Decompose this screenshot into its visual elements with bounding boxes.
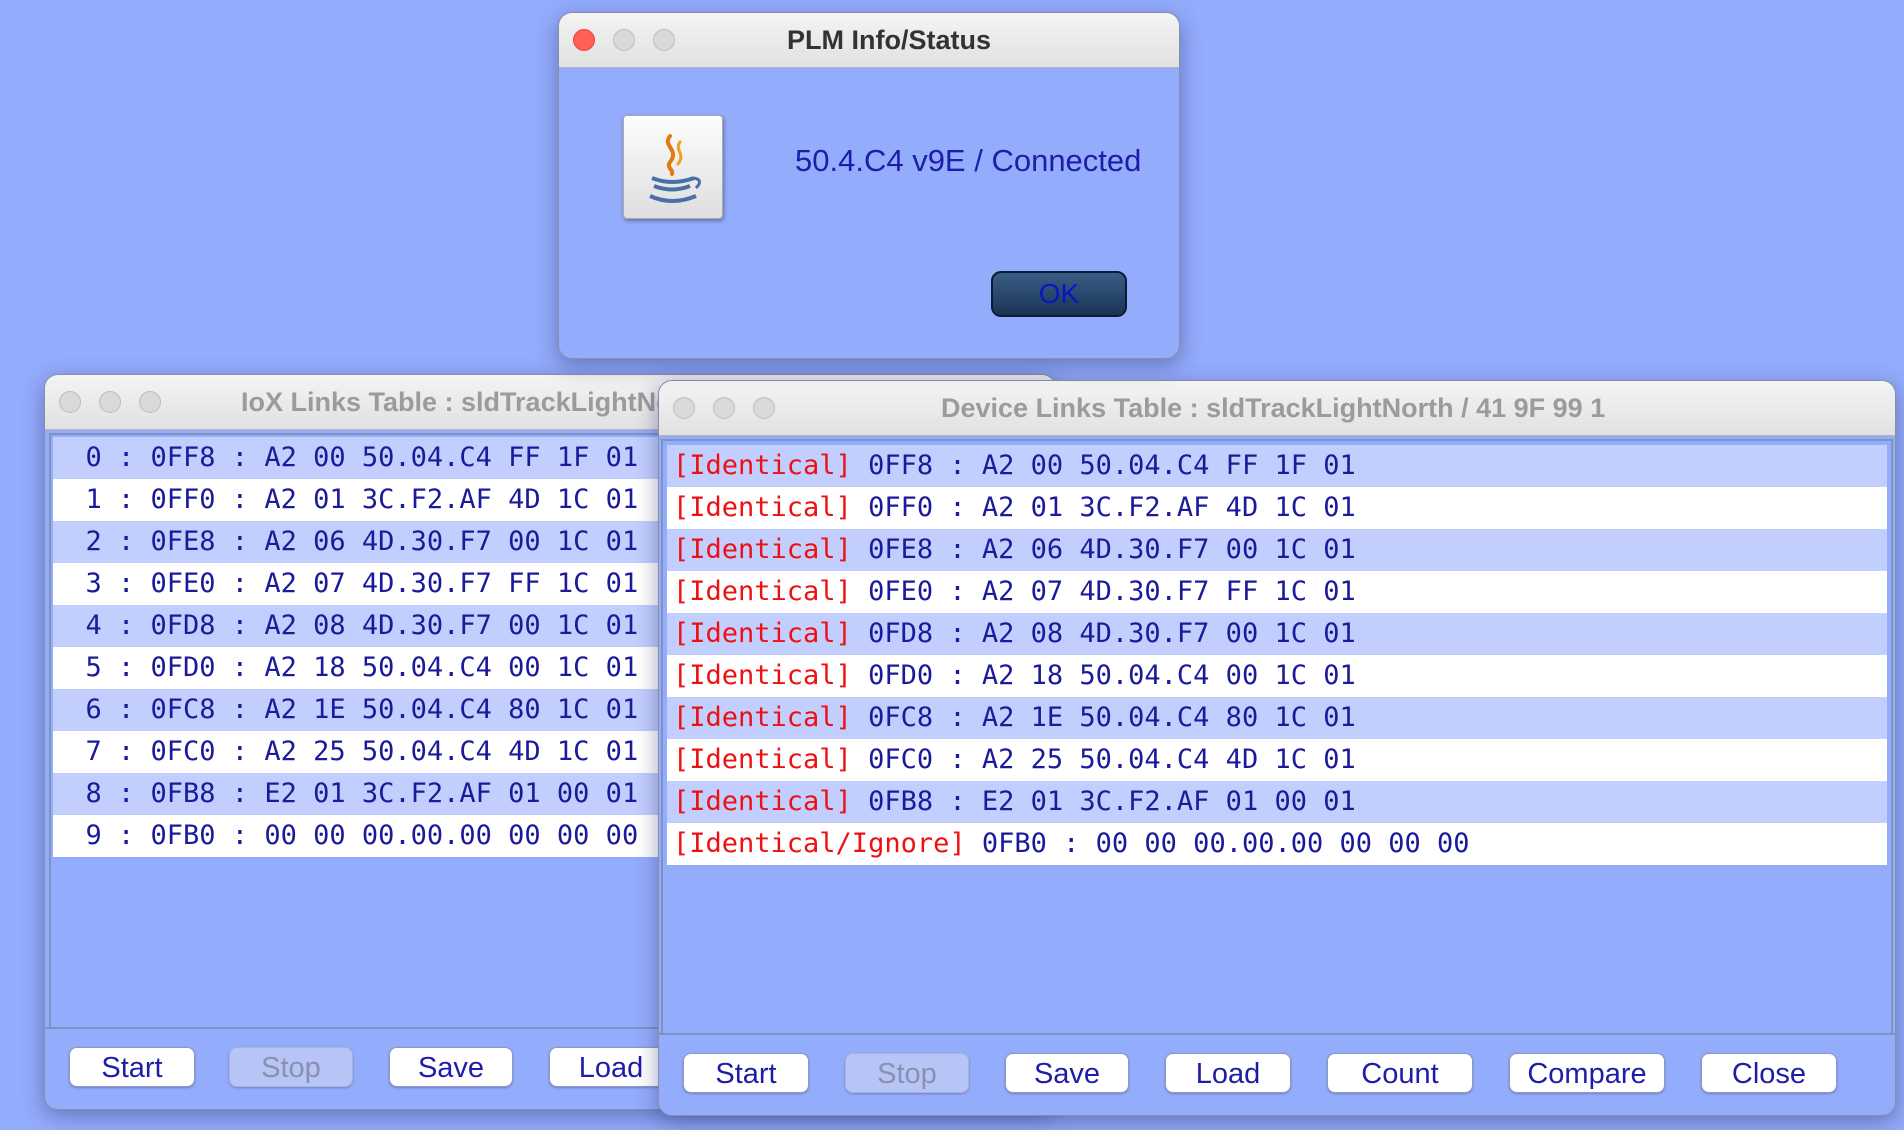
load-button[interactable]: Load xyxy=(549,1047,673,1087)
link-record: 0FD8 : A2 08 4D.30.F7 00 1C 01 xyxy=(851,618,1356,649)
table-row[interactable]: [Identical] 0FD8 : A2 08 4D.30.F7 00 1C … xyxy=(667,613,1887,655)
close-window-icon[interactable] xyxy=(673,397,695,419)
plm-status-message: 50.4.C4 v9E / Connected xyxy=(795,143,1142,178)
device-links-table-window: Device Links Table : sldTrackLightNorth … xyxy=(658,380,1896,1116)
match-status-tag: [Identical] xyxy=(673,702,852,733)
link-record: 0FF8 : A2 00 50.04.C4 FF 1F 01 xyxy=(851,450,1356,481)
table-row[interactable]: [Identical] 0FE0 : A2 07 4D.30.F7 FF 1C … xyxy=(667,571,1887,613)
table-row[interactable]: [Identical] 0FE8 : A2 06 4D.30.F7 00 1C … xyxy=(667,529,1887,571)
table-row[interactable]: [Identical] 0FC8 : A2 1E 50.04.C4 80 1C … xyxy=(667,697,1887,739)
match-status-tag: [Identical] xyxy=(673,618,852,649)
link-record: 0FF0 : A2 01 3C.F2.AF 4D 1C 01 xyxy=(851,492,1356,523)
table-row[interactable]: [Identical] 0FF8 : A2 00 50.04.C4 FF 1F … xyxy=(667,445,1887,487)
plm-titlebar[interactable]: PLM Info/Status xyxy=(559,13,1179,68)
save-button[interactable]: Save xyxy=(1005,1053,1129,1093)
table-row[interactable]: [Identical/Ignore] 0FB0 : 00 00 00.00.00… xyxy=(667,823,1887,865)
link-record: 0FE0 : A2 07 4D.30.F7 FF 1C 01 xyxy=(851,576,1356,607)
link-record: 0FE8 : A2 06 4D.30.F7 00 1C 01 xyxy=(851,534,1356,565)
ok-button[interactable]: OK xyxy=(991,271,1127,317)
match-status-tag: [Identical] xyxy=(673,492,852,523)
close-button[interactable]: Close xyxy=(1701,1053,1837,1093)
link-record: 0FB0 : 00 00 00.00.00 00 00 00 xyxy=(965,828,1470,859)
minimize-window-icon[interactable] xyxy=(99,391,121,413)
window-title: Device Links Table : sldTrackLightNorth … xyxy=(941,393,1606,423)
dialog-title: PLM Info/Status xyxy=(787,25,991,55)
table-row[interactable]: [Identical] 0FD0 : A2 18 50.04.C4 00 1C … xyxy=(667,655,1887,697)
compare-button[interactable]: Compare xyxy=(1509,1053,1665,1093)
plm-info-status-dialog: PLM Info/Status 50.4.C4 v9E / Connected … xyxy=(558,12,1180,359)
table-row[interactable]: [Identical] 0FB8 : E2 01 3C.F2.AF 01 00 … xyxy=(667,781,1887,823)
start-button[interactable]: Start xyxy=(683,1053,809,1093)
link-record: 0FC0 : A2 25 50.04.C4 4D 1C 01 xyxy=(851,744,1356,775)
link-record: 0FB8 : E2 01 3C.F2.AF 01 00 01 xyxy=(851,786,1356,817)
save-button[interactable]: Save xyxy=(389,1047,513,1087)
minimize-window-icon[interactable] xyxy=(713,397,735,419)
table-row[interactable]: [Identical] 0FF0 : A2 01 3C.F2.AF 4D 1C … xyxy=(667,487,1887,529)
match-status-tag: [Identical/Ignore] xyxy=(673,828,966,859)
match-status-tag: [Identical] xyxy=(673,786,852,817)
load-button[interactable]: Load xyxy=(1165,1053,1291,1093)
count-button[interactable]: Count xyxy=(1327,1053,1473,1093)
match-status-tag: [Identical] xyxy=(673,576,852,607)
device-links-table[interactable]: [Identical] 0FF8 : A2 00 50.04.C4 FF 1F … xyxy=(661,439,1893,1039)
close-window-icon[interactable] xyxy=(59,391,81,413)
device-button-bar: Start Stop Save Load Count Compare Close xyxy=(659,1033,1895,1115)
match-status-tag: [Identical] xyxy=(673,450,852,481)
device-titlebar[interactable]: Device Links Table : sldTrackLightNorth … xyxy=(659,381,1895,436)
link-record: 0FD0 : A2 18 50.04.C4 00 1C 01 xyxy=(851,660,1356,691)
link-record: 0FC8 : A2 1E 50.04.C4 80 1C 01 xyxy=(851,702,1356,733)
stop-button[interactable]: Stop xyxy=(845,1053,969,1093)
java-coffee-cup-icon xyxy=(623,115,723,219)
table-row[interactable]: [Identical] 0FC0 : A2 25 50.04.C4 4D 1C … xyxy=(667,739,1887,781)
stop-button[interactable]: Stop xyxy=(229,1047,353,1087)
match-status-tag: [Identical] xyxy=(673,534,852,565)
zoom-window-icon[interactable] xyxy=(753,397,775,419)
start-button[interactable]: Start xyxy=(69,1047,195,1087)
match-status-tag: [Identical] xyxy=(673,660,852,691)
zoom-window-icon[interactable] xyxy=(139,391,161,413)
match-status-tag: [Identical] xyxy=(673,744,852,775)
